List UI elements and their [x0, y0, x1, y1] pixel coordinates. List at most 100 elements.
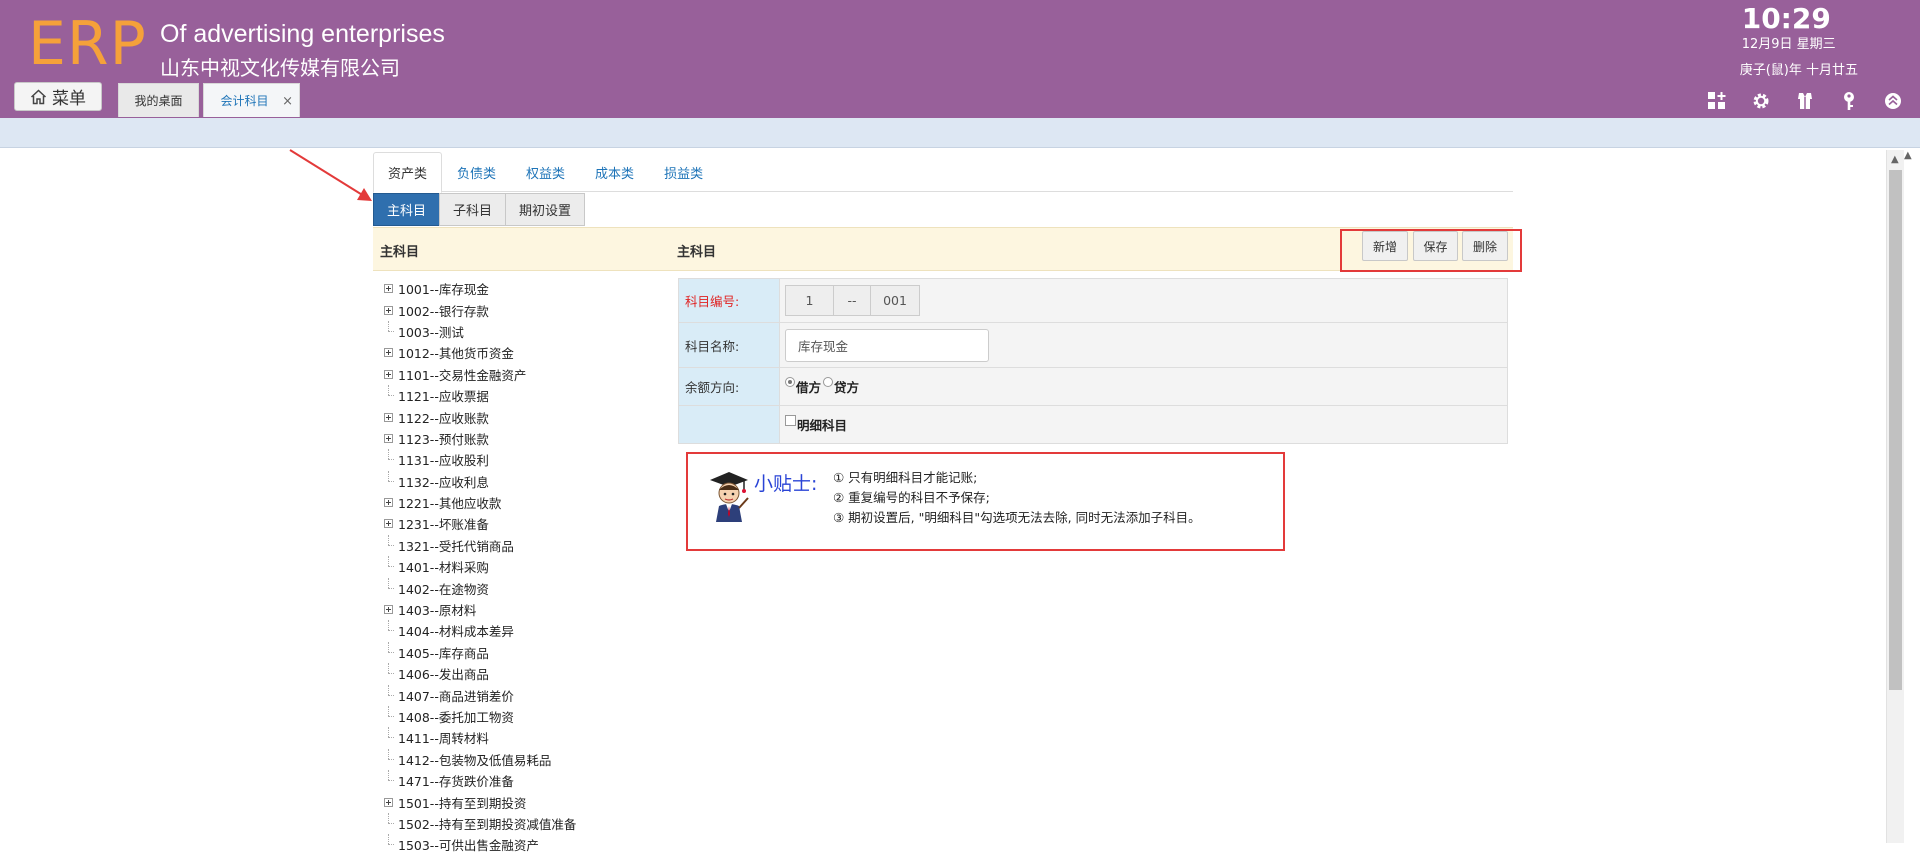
- expand-icon[interactable]: [384, 519, 393, 529]
- tree-item[interactable]: 1121--应收票据: [384, 385, 684, 406]
- tree-item[interactable]: 1221--其他应收款: [384, 492, 684, 513]
- tree-line-icon: [384, 834, 394, 849]
- key-icon[interactable]: [1836, 90, 1862, 112]
- tree-item[interactable]: 1002--银行存款: [384, 299, 684, 320]
- tip-item: ① 只有明细科目才能记账;: [833, 470, 978, 485]
- tree-item-label: 1403--原材料: [398, 603, 477, 619]
- tree-item[interactable]: 1401--材料采购: [384, 556, 684, 577]
- tree-item-label: 1502--持有至到期投资减值准备: [398, 816, 577, 832]
- tip-item: ② 重复编号的科目不予保存;: [833, 490, 990, 505]
- tree-item-label: 1411--周转材料: [398, 731, 489, 747]
- close-icon[interactable]: ×: [282, 94, 293, 109]
- scrollbar-thumb[interactable]: [1889, 170, 1902, 690]
- tree-item-label: 1412--包装物及低值易耗品: [398, 752, 552, 768]
- apps-icon[interactable]: [1704, 90, 1730, 112]
- category-tabs: 资产类 负债类 权益类 成本类 损益类: [373, 152, 1513, 193]
- tab-cost[interactable]: 成本类: [580, 152, 649, 192]
- tree-item[interactable]: 1231--坏账准备: [384, 513, 684, 534]
- detail-checkbox[interactable]: [785, 415, 796, 426]
- expand-icon[interactable]: [384, 412, 393, 422]
- gear-icon[interactable]: [1748, 90, 1774, 112]
- tree-item[interactable]: 1404--材料成本差异: [384, 620, 684, 641]
- expand-icon[interactable]: [384, 797, 393, 807]
- tree-item-label: 1221--其他应收款: [398, 496, 502, 512]
- tab-equity[interactable]: 权益类: [511, 152, 580, 192]
- tree-item-label: 1002--银行存款: [398, 303, 489, 319]
- subject-name-input[interactable]: [785, 328, 989, 362]
- tree-item[interactable]: 1003--测试: [384, 320, 684, 342]
- expand-icon[interactable]: [384, 348, 393, 358]
- tab-liabilities[interactable]: 负债类: [442, 152, 511, 192]
- tree-item[interactable]: 1101--交易性金融资产: [384, 364, 684, 385]
- tree-item[interactable]: 1012--其他货币资金: [384, 342, 684, 363]
- collapse-up-icon[interactable]: [1880, 90, 1906, 112]
- tree-item-label: 1101--交易性金融资产: [398, 367, 527, 383]
- expand-icon[interactable]: [384, 284, 393, 294]
- detail-label: 明细科目: [797, 418, 848, 433]
- tree-item[interactable]: 1132--应收利息: [384, 470, 684, 492]
- tree-panel-title: 主科目: [380, 245, 420, 260]
- credit-radio[interactable]: [823, 377, 834, 387]
- tree-item[interactable]: 1131--应收股利: [384, 449, 684, 470]
- debit-label: 借方: [796, 380, 822, 395]
- clock-lunar-date: 庚子(鼠)年 十月廿五: [1739, 63, 1858, 78]
- tab-accounting-subjects[interactable]: 会计科目 ×: [203, 83, 300, 117]
- tree-item[interactable]: 1502--持有至到期投资减值准备: [384, 812, 684, 834]
- tab-my-desktop[interactable]: 我的桌面: [118, 83, 199, 117]
- tab-assets[interactable]: 资产类: [373, 152, 443, 193]
- tip-item: ③ 期初设置后, "明细科目"勾选项无法去除, 同时无法添加子科目。: [833, 510, 1201, 525]
- tree-item-label: 1471--存货跌价准备: [398, 774, 514, 790]
- credit-label: 贷方: [834, 380, 860, 395]
- tree-item[interactable]: 1411--周转材料: [384, 727, 684, 748]
- tree-line-icon: [384, 320, 394, 336]
- tab-label: 会计科目: [220, 94, 269, 108]
- graduate-mascot-icon: [710, 472, 749, 522]
- menu-button[interactable]: 菜单: [14, 82, 102, 111]
- tree-item[interactable]: 1412--包装物及低值易耗品: [384, 748, 684, 770]
- tab-main-subject[interactable]: 主科目: [373, 193, 441, 226]
- expand-icon[interactable]: [384, 433, 393, 443]
- add-button[interactable]: 新增: [1362, 231, 1408, 261]
- tree-item[interactable]: 1406--发出商品: [384, 663, 684, 684]
- detail-row-label: [679, 406, 780, 443]
- tab-sub-subject[interactable]: 子科目: [439, 193, 507, 226]
- vertical-scrollbar[interactable]: ▲: [1886, 150, 1904, 843]
- expand-icon[interactable]: [384, 369, 393, 379]
- scroll-up-icon[interactable]: ▲: [1904, 150, 1920, 164]
- tree-item[interactable]: 1402--在途物资: [384, 577, 684, 598]
- tree-item-label: 1404--材料成本差异: [398, 624, 514, 640]
- tree-item[interactable]: 1122--应收账款: [384, 406, 684, 427]
- tree-item[interactable]: 1407--商品进销差价: [384, 684, 684, 705]
- tree-item[interactable]: 1321--受托代销商品: [384, 534, 684, 556]
- tree-item[interactable]: 1123--预付账款: [384, 428, 684, 449]
- code-prefix-field[interactable]: 1: [785, 285, 834, 316]
- save-button[interactable]: 保存: [1413, 231, 1458, 261]
- shirt-icon[interactable]: [1792, 90, 1818, 112]
- tab-opening-settings[interactable]: 期初设置: [505, 193, 586, 226]
- tips-box: 小贴士: ① 只有明细科目才能记账; ② 重复编号的科目不予保存; ③ 期初设置…: [686, 452, 1285, 551]
- tree-item-label: 1402--在途物资: [398, 581, 489, 597]
- expand-icon[interactable]: [384, 498, 393, 508]
- delete-button[interactable]: 删除: [1462, 231, 1508, 261]
- tree-item[interactable]: 1403--原材料: [384, 599, 684, 620]
- tree-item-label: 1123--预付账款: [398, 431, 489, 447]
- header-toolbar: [1704, 90, 1906, 112]
- tree-item[interactable]: 1408--委托加工物资: [384, 706, 684, 727]
- tab-profit-loss[interactable]: 损益类: [649, 152, 718, 192]
- code-suffix-field[interactable]: 001: [870, 285, 920, 316]
- tree-item[interactable]: 1503--可供出售金融资产: [384, 834, 684, 855]
- tree-line-icon: [384, 449, 394, 464]
- tree-item[interactable]: 1471--存货跌价准备: [384, 770, 684, 791]
- debit-radio[interactable]: [785, 377, 795, 387]
- tree-line-icon: [384, 812, 394, 828]
- tree-item-label: 1122--应收账款: [398, 410, 489, 426]
- tree-item[interactable]: 1501--持有至到期投资: [384, 791, 684, 812]
- tree-item-label: 1132--应收利息: [398, 474, 489, 490]
- tree-line-icon: [384, 706, 394, 721]
- tree-item-label: 1131--应收股利: [398, 453, 489, 469]
- expand-icon[interactable]: [384, 305, 393, 315]
- tree-item[interactable]: 1001--库存现金: [384, 278, 684, 299]
- expand-icon[interactable]: [384, 605, 393, 615]
- tree-item[interactable]: 1405--库存商品: [384, 641, 684, 663]
- scroll-up-icon[interactable]: ▲: [1891, 154, 1899, 165]
